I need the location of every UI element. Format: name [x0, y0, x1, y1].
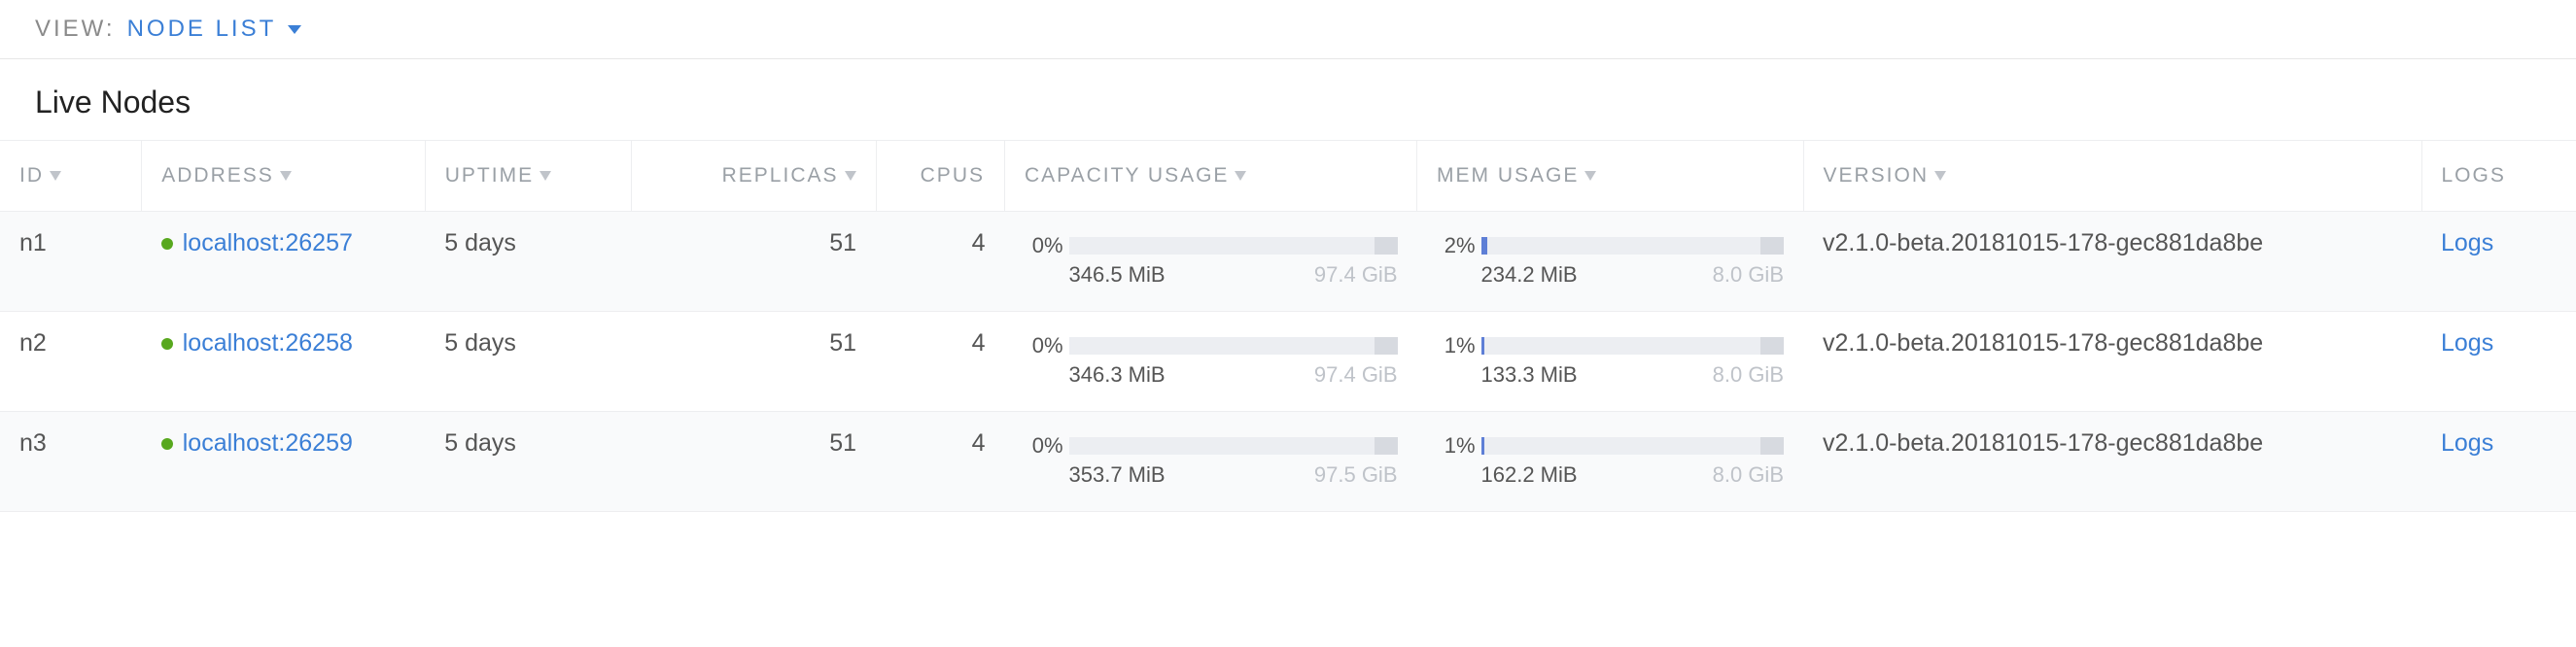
- table-row: n2 localhost:26258 5 days 51 4 0% 346.3 …: [0, 312, 2576, 412]
- cell-replicas: 51: [631, 412, 876, 512]
- view-select-value: NODE LIST: [127, 16, 277, 43]
- cell-id: n3: [0, 412, 142, 512]
- sort-down-icon: [540, 171, 551, 181]
- capacity-total: 97.5 GiB: [1314, 462, 1398, 488]
- capacity-bar: 0% 353.7 MiB 97.5 GiB: [1025, 433, 1398, 488]
- bar-track: [1069, 437, 1398, 455]
- cell-cpus: 4: [876, 412, 1005, 512]
- col-capacity[interactable]: CAPACITY USAGE: [1005, 141, 1417, 212]
- cell-logs: Logs: [2421, 212, 2576, 312]
- status-dot-icon: [161, 238, 173, 250]
- bar-track: [1481, 337, 1785, 355]
- bar-fill: [1481, 337, 1484, 355]
- mem-bar: 1% 133.3 MiB 8.0 GiB: [1437, 333, 1785, 388]
- bar-fill: [1481, 237, 1487, 255]
- cell-cpus: 4: [876, 312, 1005, 412]
- mem-used: 234.2 MiB: [1481, 262, 1578, 288]
- col-version[interactable]: VERSION: [1803, 141, 2421, 212]
- capacity-used: 346.3 MiB: [1069, 362, 1166, 388]
- capacity-bar: 0% 346.5 MiB 97.4 GiB: [1025, 233, 1398, 288]
- address-link[interactable]: localhost:26258: [183, 329, 353, 357]
- sort-down-icon: [1235, 171, 1246, 181]
- cell-cpus: 4: [876, 212, 1005, 312]
- capacity-pct: 0%: [1025, 233, 1065, 258]
- mem-pct: 2%: [1437, 233, 1478, 258]
- address-link[interactable]: localhost:26259: [183, 429, 353, 457]
- cell-id: n1: [0, 212, 142, 312]
- caret-down-icon: [288, 25, 301, 34]
- cell-capacity: 0% 353.7 MiB 97.5 GiB: [1005, 412, 1417, 512]
- sort-down-icon: [50, 171, 61, 181]
- col-address[interactable]: ADDRESS: [142, 141, 426, 212]
- cell-address: localhost:26259: [142, 412, 426, 512]
- col-cpus[interactable]: CPUS: [876, 141, 1005, 212]
- mem-pct: 1%: [1437, 433, 1478, 459]
- capacity-pct: 0%: [1025, 333, 1065, 358]
- col-id[interactable]: ID: [0, 141, 142, 212]
- sort-down-icon: [845, 171, 856, 181]
- col-uptime[interactable]: UPTIME: [425, 141, 631, 212]
- view-bar: VIEW: NODE LIST: [0, 0, 2576, 59]
- table-header-row: ID ADDRESS UPTIME REPLICAS CPUS CAPACITY…: [0, 141, 2576, 212]
- mem-total: 8.0 GiB: [1713, 262, 1784, 288]
- col-mem[interactable]: MEM USAGE: [1417, 141, 1804, 212]
- mem-used: 133.3 MiB: [1481, 362, 1578, 388]
- table-row: n3 localhost:26259 5 days 51 4 0% 353.7 …: [0, 412, 2576, 512]
- cell-logs: Logs: [2421, 312, 2576, 412]
- mem-total: 8.0 GiB: [1713, 362, 1784, 388]
- cell-version: v2.1.0-beta.20181015-178-gec881da8be: [1803, 212, 2421, 312]
- status-dot-icon: [161, 438, 173, 450]
- logs-link[interactable]: Logs: [2441, 429, 2493, 457]
- cell-mem: 2% 234.2 MiB 8.0 GiB: [1417, 212, 1804, 312]
- sort-down-icon: [1934, 171, 1946, 181]
- logs-link[interactable]: Logs: [2441, 229, 2493, 256]
- cell-replicas: 51: [631, 212, 876, 312]
- mem-bar: 2% 234.2 MiB 8.0 GiB: [1437, 233, 1785, 288]
- cell-replicas: 51: [631, 312, 876, 412]
- bar-track: [1481, 437, 1785, 455]
- cell-version: v2.1.0-beta.20181015-178-gec881da8be: [1803, 412, 2421, 512]
- col-logs: LOGS: [2421, 141, 2576, 212]
- address-link[interactable]: localhost:26257: [183, 229, 353, 256]
- capacity-total: 97.4 GiB: [1314, 262, 1398, 288]
- cell-logs: Logs: [2421, 412, 2576, 512]
- cell-version: v2.1.0-beta.20181015-178-gec881da8be: [1803, 312, 2421, 412]
- mem-pct: 1%: [1437, 333, 1478, 358]
- nodes-table: ID ADDRESS UPTIME REPLICAS CPUS CAPACITY…: [0, 140, 2576, 512]
- cell-mem: 1% 162.2 MiB 8.0 GiB: [1417, 412, 1804, 512]
- view-select[interactable]: NODE LIST: [127, 16, 302, 43]
- sort-down-icon: [1584, 171, 1596, 181]
- mem-total: 8.0 GiB: [1713, 462, 1784, 488]
- capacity-pct: 0%: [1025, 433, 1065, 459]
- col-replicas[interactable]: REPLICAS: [631, 141, 876, 212]
- logs-link[interactable]: Logs: [2441, 329, 2493, 357]
- bar-fill: [1481, 437, 1484, 455]
- mem-used: 162.2 MiB: [1481, 462, 1578, 488]
- cell-uptime: 5 days: [425, 312, 631, 412]
- sort-down-icon: [280, 171, 292, 181]
- cell-uptime: 5 days: [425, 412, 631, 512]
- capacity-used: 346.5 MiB: [1069, 262, 1166, 288]
- cell-capacity: 0% 346.3 MiB 97.4 GiB: [1005, 312, 1417, 412]
- cell-mem: 1% 133.3 MiB 8.0 GiB: [1417, 312, 1804, 412]
- bar-track: [1069, 237, 1398, 255]
- cell-address: localhost:26258: [142, 312, 426, 412]
- status-dot-icon: [161, 338, 173, 350]
- capacity-bar: 0% 346.3 MiB 97.4 GiB: [1025, 333, 1398, 388]
- capacity-used: 353.7 MiB: [1069, 462, 1166, 488]
- cell-capacity: 0% 346.5 MiB 97.4 GiB: [1005, 212, 1417, 312]
- table-row: n1 localhost:26257 5 days 51 4 0% 346.5 …: [0, 212, 2576, 312]
- mem-bar: 1% 162.2 MiB 8.0 GiB: [1437, 433, 1785, 488]
- cell-uptime: 5 days: [425, 212, 631, 312]
- cell-id: n2: [0, 312, 142, 412]
- bar-track: [1481, 237, 1785, 255]
- bar-track: [1069, 337, 1398, 355]
- capacity-total: 97.4 GiB: [1314, 362, 1398, 388]
- view-label: VIEW:: [35, 16, 116, 43]
- cell-address: localhost:26257: [142, 212, 426, 312]
- section-title: Live Nodes: [0, 59, 2576, 140]
